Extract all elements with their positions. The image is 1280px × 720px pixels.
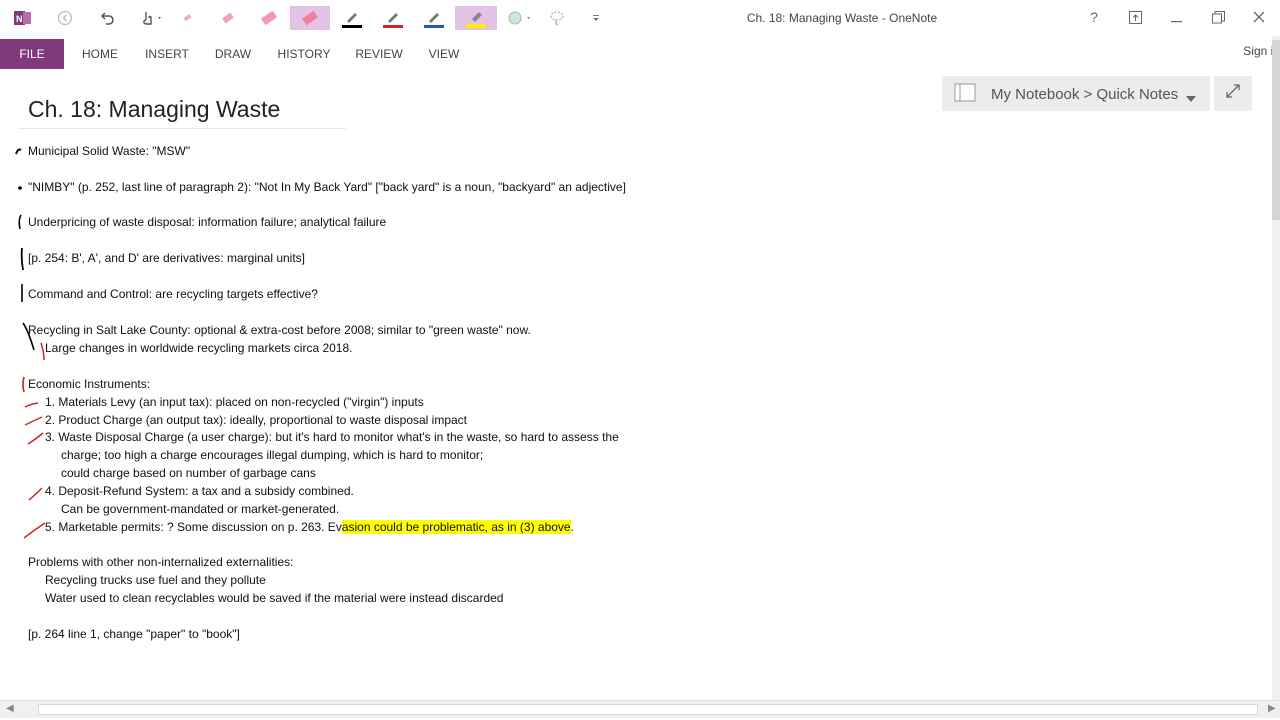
notebook-icon <box>954 83 978 108</box>
svg-text:N: N <box>16 14 23 24</box>
window-title: Ch. 18: Managing Waste - OneNote <box>746 11 938 25</box>
tab-review[interactable]: REVIEW <box>350 39 408 69</box>
note-text: 5. Marketable permits: ? Some discussion… <box>45 520 342 534</box>
note-line[interactable]: [p. 264 line 1, change "paper" to "book"… <box>28 627 240 641</box>
highlighted-text: asion could be problematic, as in (3) ab… <box>341 520 571 534</box>
note-line[interactable]: 3. Waste Disposal Charge (a user charge)… <box>45 430 619 444</box>
note-line[interactable]: could charge based on number of garbage … <box>61 466 316 480</box>
note-line[interactable]: Water used to clean recyclables would be… <box>45 591 503 605</box>
eraser-small-icon[interactable] <box>176 6 198 30</box>
note-line[interactable]: Command and Control: are recycling targe… <box>28 287 318 301</box>
note-line[interactable]: 5. Marketable permits: ? Some discussion… <box>45 520 574 534</box>
vertical-scroll-thumb[interactable] <box>1272 40 1280 220</box>
note-line[interactable]: "NIMBY" (p. 252, last line of paragraph … <box>28 180 626 194</box>
restore-button[interactable] <box>1203 6 1233 28</box>
ink-mark <box>20 247 24 271</box>
note-line[interactable]: 1. Materials Levy (an input tax): placed… <box>45 395 424 409</box>
shape-icon[interactable] <box>505 6 535 30</box>
note-line[interactable]: Underpricing of waste disposal: informat… <box>28 215 386 229</box>
title-bar: N Ch. 18: Managing Waste - OneNote ? <box>0 0 1280 36</box>
highlighter-yellow-icon[interactable] <box>455 6 497 30</box>
note-line[interactable]: [p. 254: B', A', and D' are derivatives:… <box>28 251 305 265</box>
tab-insert[interactable]: INSERT <box>140 39 194 69</box>
ink-mark <box>27 432 44 445</box>
tab-draw[interactable]: DRAW <box>208 39 258 69</box>
tab-history[interactable]: HISTORY <box>274 39 334 69</box>
tab-home[interactable]: HOME <box>74 39 126 69</box>
scroll-left-icon[interactable]: ◀ <box>6 703 14 714</box>
onenote-logo-icon[interactable]: N <box>12 6 34 30</box>
close-button[interactable] <box>1244 6 1274 28</box>
ink-mark <box>24 402 39 408</box>
title-underline <box>18 128 346 129</box>
note-line[interactable]: Recycling in Salt Lake County: optional … <box>28 323 531 337</box>
expand-button[interactable] <box>1214 76 1252 111</box>
ink-mark <box>22 376 25 393</box>
touch-mode-icon[interactable] <box>138 6 166 30</box>
minimize-button[interactable] <box>1162 6 1192 28</box>
lasso-icon[interactable] <box>546 6 568 30</box>
eraser-selected-icon[interactable] <box>290 6 330 30</box>
note-line[interactable]: Large changes in worldwide recycling mar… <box>45 341 352 355</box>
expand-icon <box>1226 84 1240 103</box>
eraser-medium-icon[interactable] <box>217 6 239 30</box>
ribbon-tabs: FILE HOME INSERT DRAW HISTORY REVIEW VIE… <box>0 39 1280 69</box>
ink-mark <box>24 416 43 426</box>
note-line[interactable]: Problems with other non-internalized ext… <box>28 555 293 569</box>
undo-icon[interactable] <box>96 6 118 30</box>
horizontal-scrollbar[interactable]: ◀ ▶ <box>0 700 1280 718</box>
pen-blue-icon[interactable] <box>422 6 446 30</box>
full-page-view-button[interactable] <box>1120 6 1150 28</box>
note-line[interactable]: 4. Deposit-Refund System: a tax and a su… <box>45 484 354 498</box>
customize-icon[interactable] <box>588 6 604 30</box>
notebook-selector[interactable]: My Notebook > Quick Notes <box>942 76 1210 111</box>
note-text: . <box>570 520 574 534</box>
tab-file[interactable]: FILE <box>0 39 64 69</box>
pen-red-icon[interactable] <box>381 6 405 30</box>
note-line[interactable]: 2. Product Charge (an output tax): ideal… <box>45 413 467 427</box>
horizontal-scroll-thumb[interactable] <box>38 704 1258 715</box>
ink-mark <box>28 487 43 501</box>
note-line[interactable]: Municipal Solid Waste: "MSW" <box>28 144 190 158</box>
help-button[interactable]: ? <box>1079 6 1109 28</box>
eraser-large-icon[interactable] <box>257 6 281 30</box>
pen-black-icon[interactable] <box>340 6 364 30</box>
note-line[interactable]: charge; too high a charge encourages ill… <box>61 448 483 462</box>
page-title[interactable]: Ch. 18: Managing Waste <box>28 96 280 123</box>
back-icon[interactable] <box>54 6 76 30</box>
chevron-down-icon <box>1186 90 1196 108</box>
ink-mark <box>18 186 22 190</box>
note-line[interactable]: Recycling trucks use fuel and they pollu… <box>45 573 266 587</box>
scroll-right-icon[interactable]: ▶ <box>1268 703 1276 714</box>
note-line[interactable]: Can be government-mandated or market-gen… <box>61 502 339 516</box>
ink-mark <box>23 522 46 539</box>
note-line[interactable]: Economic Instruments: <box>28 377 150 391</box>
ink-mark <box>18 214 22 230</box>
notebook-label: My Notebook > Quick Notes <box>991 86 1179 103</box>
ink-mark <box>15 148 22 155</box>
tab-view[interactable]: VIEW <box>422 39 466 69</box>
ink-mark <box>40 342 45 361</box>
